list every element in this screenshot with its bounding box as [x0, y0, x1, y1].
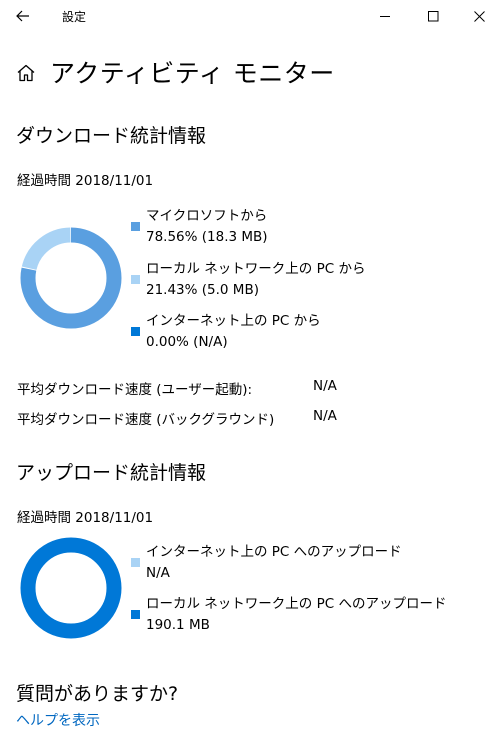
page-header: アクティビティ モニター — [16, 54, 335, 90]
upload-elapsed-time: 経過時間 2018/11/01 — [17, 510, 154, 526]
upload-donut-slice-1 — [20, 537, 122, 639]
minimize-button[interactable] — [362, 0, 408, 32]
avg-download-speed-user-label: 平均ダウンロード速度 (ユーザー起動): — [17, 382, 253, 398]
legend-value: 78.56% (18.3 MB) — [146, 229, 268, 245]
upload-donut-chart — [20, 537, 122, 639]
legend-label: インターネット上の PC から — [146, 313, 321, 329]
back-button[interactable] — [6, 2, 40, 30]
arrow-left-icon — [16, 10, 29, 22]
upload-stats-heading: アップロード統計情報 — [16, 462, 207, 484]
avg-download-speed-background-value: N/A — [313, 408, 337, 424]
page-title: アクティビティ モニター — [50, 59, 335, 88]
close-icon — [473, 10, 485, 22]
legend-swatch — [131, 558, 140, 567]
title-bar: 設定 — [0, 0, 498, 32]
maximize-button[interactable] — [410, 0, 456, 32]
legend-label: インターネット上の PC へのアップロード — [146, 544, 402, 560]
download-donut-chart — [20, 227, 122, 329]
legend-swatch — [131, 610, 140, 619]
download-elapsed-time: 経過時間 2018/11/01 — [17, 173, 154, 189]
legend-value: 0.00% (N/A) — [146, 334, 228, 350]
maximize-icon — [427, 10, 438, 21]
legend-value: 190.1 MB — [146, 617, 210, 633]
help-heading: 質問がありますか? — [16, 683, 179, 705]
download-stats-heading: ダウンロード統計情報 — [16, 125, 207, 147]
legend-swatch — [131, 327, 140, 336]
legend-label: ローカル ネットワーク上の PC へのアップロード — [146, 596, 447, 612]
avg-download-speed-user-value: N/A — [313, 378, 337, 394]
minimize-icon — [379, 15, 390, 17]
legend-label: ローカル ネットワーク上の PC から — [146, 261, 366, 277]
home-icon[interactable] — [16, 63, 36, 83]
legend-value: N/A — [146, 565, 170, 581]
legend-swatch — [131, 222, 140, 231]
legend-label: マイクロソフトから — [146, 208, 268, 224]
show-help-link[interactable]: ヘルプを表示 — [16, 710, 100, 730]
avg-download-speed-background-label: 平均ダウンロード速度 (バックグラウンド) — [17, 412, 275, 428]
legend-value: 21.43% (5.0 MB) — [146, 282, 259, 298]
app-title: 設定 — [62, 10, 87, 24]
legend-swatch — [131, 275, 140, 284]
close-button[interactable] — [456, 0, 498, 32]
